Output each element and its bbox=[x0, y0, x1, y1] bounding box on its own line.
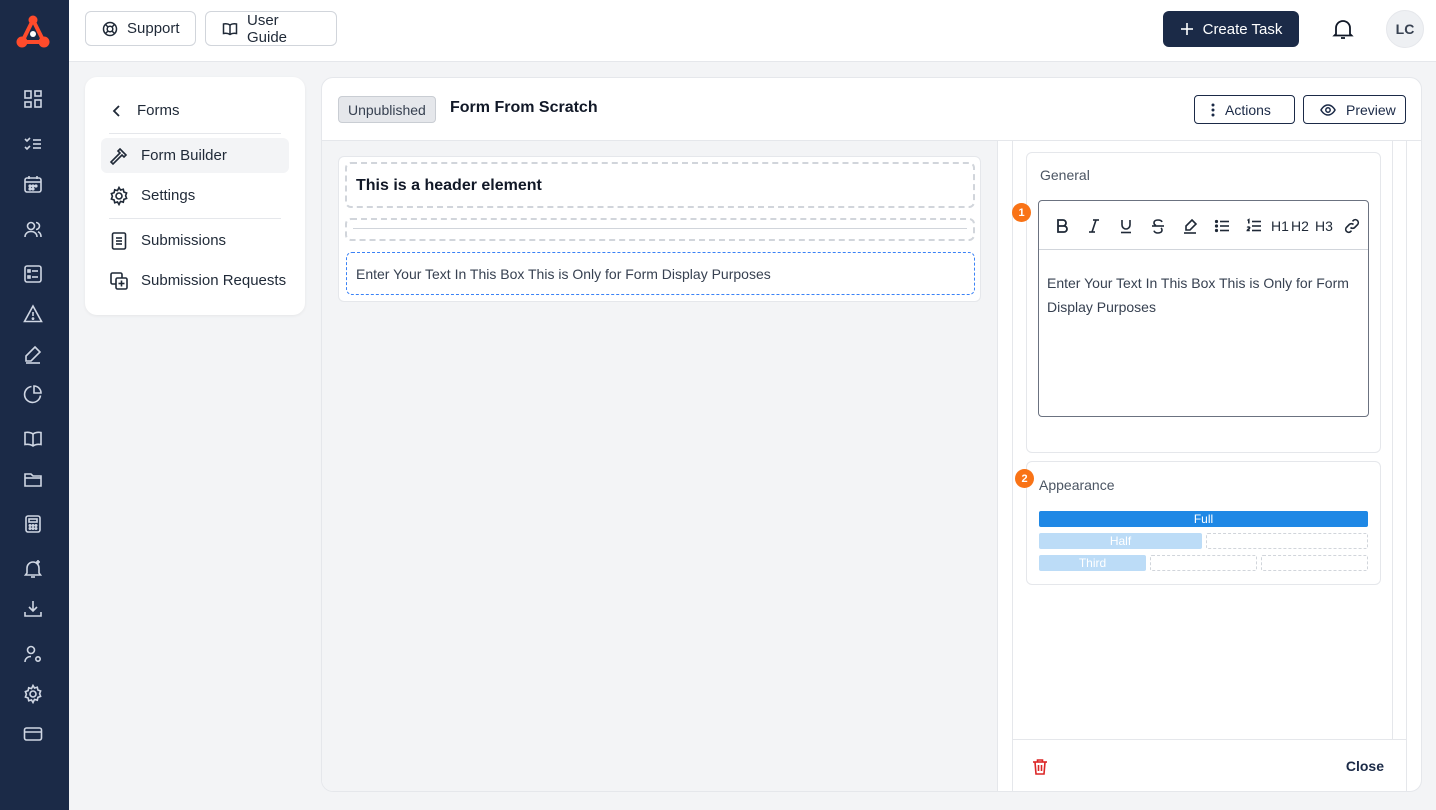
user-avatar[interactable]: LC bbox=[1386, 10, 1424, 48]
heading-3-button[interactable]: H3 bbox=[1315, 218, 1333, 234]
nav-item-label: Form Builder bbox=[141, 147, 227, 164]
width-option-third-slot bbox=[1261, 555, 1368, 571]
preview-button[interactable]: Preview bbox=[1303, 95, 1406, 124]
folder-icon[interactable] bbox=[22, 468, 44, 490]
actions-label: Actions bbox=[1225, 101, 1271, 118]
form-canvas: This is a header element Enter Your Text… bbox=[322, 141, 998, 791]
chevron-left-icon bbox=[109, 103, 125, 119]
step-marker-1: 1 bbox=[1012, 203, 1031, 222]
general-section: General H1 H2 H3 Enter Your Text In This… bbox=[1026, 152, 1381, 453]
notification-bell-icon[interactable] bbox=[1331, 17, 1355, 41]
lifebuoy-icon bbox=[102, 21, 118, 37]
nav-divider bbox=[109, 133, 281, 134]
width-option-third[interactable]: Third bbox=[1039, 555, 1146, 571]
properties-scrollbar[interactable] bbox=[1392, 141, 1406, 739]
preview-label: Preview bbox=[1346, 101, 1396, 118]
eye-icon bbox=[1320, 102, 1336, 118]
bullet-list-icon[interactable] bbox=[1213, 217, 1231, 235]
heading-1-button[interactable]: H1 bbox=[1271, 218, 1289, 234]
calculator-icon[interactable] bbox=[22, 513, 44, 535]
rich-text-editor[interactable]: H1 H2 H3 Enter Your Text In This Box Thi… bbox=[1038, 200, 1369, 417]
nav-divider bbox=[109, 218, 281, 219]
nav-item-settings[interactable]: Settings bbox=[101, 178, 289, 213]
width-option-half[interactable]: Half bbox=[1039, 533, 1202, 549]
warning-icon[interactable] bbox=[22, 303, 44, 325]
gear-icon bbox=[109, 185, 129, 206]
document-icon bbox=[109, 231, 129, 251]
support-button[interactable]: Support bbox=[85, 11, 196, 46]
nav-item-submission-requests[interactable]: Submission Requests bbox=[101, 263, 289, 298]
bell-plus-icon[interactable] bbox=[22, 558, 44, 580]
close-button[interactable]: Close bbox=[1346, 758, 1384, 774]
pie-chart-icon[interactable] bbox=[22, 383, 44, 405]
divider-element[interactable] bbox=[345, 218, 975, 241]
support-label: Support bbox=[127, 20, 180, 37]
book-icon[interactable] bbox=[22, 428, 44, 450]
app-logo-icon[interactable] bbox=[14, 14, 52, 50]
divider-line bbox=[353, 228, 967, 229]
text-display-element[interactable]: Enter Your Text In This Box This is Only… bbox=[346, 252, 975, 295]
width-option-full[interactable]: Full bbox=[1039, 511, 1368, 527]
width-option-third-slot bbox=[1150, 555, 1257, 571]
user-settings-icon[interactable] bbox=[22, 643, 44, 665]
strikethrough-icon[interactable] bbox=[1149, 217, 1167, 235]
credit-card-icon[interactable] bbox=[22, 723, 44, 745]
create-task-label: Create Task bbox=[1202, 20, 1283, 38]
app-sidebar bbox=[0, 0, 69, 810]
user-guide-label: User Guide bbox=[247, 11, 288, 46]
form-list-icon[interactable] bbox=[22, 263, 44, 285]
status-badge: Unpublished bbox=[338, 96, 436, 123]
gear-icon[interactable] bbox=[22, 683, 44, 705]
editor-toolbar: H1 H2 H3 bbox=[1039, 201, 1368, 250]
checklist-icon[interactable] bbox=[22, 133, 44, 155]
form-nav-panel: Forms Form Builder Settings Submissions … bbox=[85, 77, 305, 315]
width-option-half-slot bbox=[1206, 533, 1368, 549]
bold-icon[interactable] bbox=[1053, 217, 1071, 235]
step-marker-2: 2 bbox=[1015, 469, 1034, 488]
hammer-icon bbox=[109, 146, 129, 166]
create-task-button[interactable]: Create Task bbox=[1163, 11, 1299, 47]
actions-button[interactable]: Actions bbox=[1194, 95, 1295, 124]
user-guide-button[interactable]: User Guide bbox=[205, 11, 337, 46]
general-section-title: General bbox=[1040, 167, 1090, 183]
highlighter-icon[interactable] bbox=[1181, 217, 1199, 235]
trash-icon[interactable] bbox=[1032, 758, 1048, 776]
calendar-icon[interactable] bbox=[22, 173, 44, 195]
numbered-list-icon[interactable] bbox=[1245, 217, 1263, 235]
appearance-section-title: Appearance bbox=[1039, 477, 1115, 493]
nav-item-label: Settings bbox=[141, 187, 196, 204]
top-bar: Support User Guide Create Task LC bbox=[69, 0, 1436, 62]
dashboard-icon[interactable] bbox=[22, 88, 44, 110]
users-icon[interactable] bbox=[22, 218, 44, 240]
form-section-card: This is a header element Enter Your Text… bbox=[338, 156, 981, 302]
nav-item-submissions[interactable]: Submissions bbox=[101, 223, 289, 258]
underline-icon[interactable] bbox=[1117, 217, 1135, 235]
download-icon[interactable] bbox=[22, 598, 44, 620]
header-element[interactable]: This is a header element bbox=[345, 162, 975, 208]
nav-item-label: Submissions bbox=[141, 232, 227, 249]
heading-2-button[interactable]: H2 bbox=[1291, 218, 1309, 234]
form-title: Form From Scratch bbox=[450, 99, 598, 116]
vertical-dots-icon bbox=[1211, 103, 1215, 117]
nav-item-label: Submission Requests bbox=[141, 272, 287, 289]
properties-panel: General H1 H2 H3 Enter Your Text In This… bbox=[1012, 141, 1407, 791]
nav-item-form-builder[interactable]: Form Builder bbox=[101, 138, 289, 173]
editor-content[interactable]: Enter Your Text In This Box This is Only… bbox=[1047, 271, 1357, 319]
appearance-section: Appearance Full Half Third bbox=[1026, 461, 1381, 585]
properties-footer: Close bbox=[1013, 739, 1406, 791]
signature-icon[interactable] bbox=[22, 343, 44, 365]
plus-icon bbox=[1180, 22, 1194, 36]
text-display-content: Enter Your Text In This Box This is Only… bbox=[356, 266, 771, 282]
book-open-icon bbox=[222, 21, 238, 37]
italic-icon[interactable] bbox=[1085, 217, 1103, 235]
form-builder-panel: Unpublished Form From Scratch Actions Pr… bbox=[321, 77, 1422, 792]
header-element-text: This is a header element bbox=[356, 177, 542, 194]
back-to-forms-link[interactable]: Forms bbox=[101, 93, 289, 128]
form-header: Unpublished Form From Scratch Actions Pr… bbox=[322, 78, 1421, 141]
link-icon[interactable] bbox=[1343, 217, 1361, 235]
copy-plus-icon bbox=[109, 271, 129, 291]
back-label: Forms bbox=[137, 102, 180, 119]
